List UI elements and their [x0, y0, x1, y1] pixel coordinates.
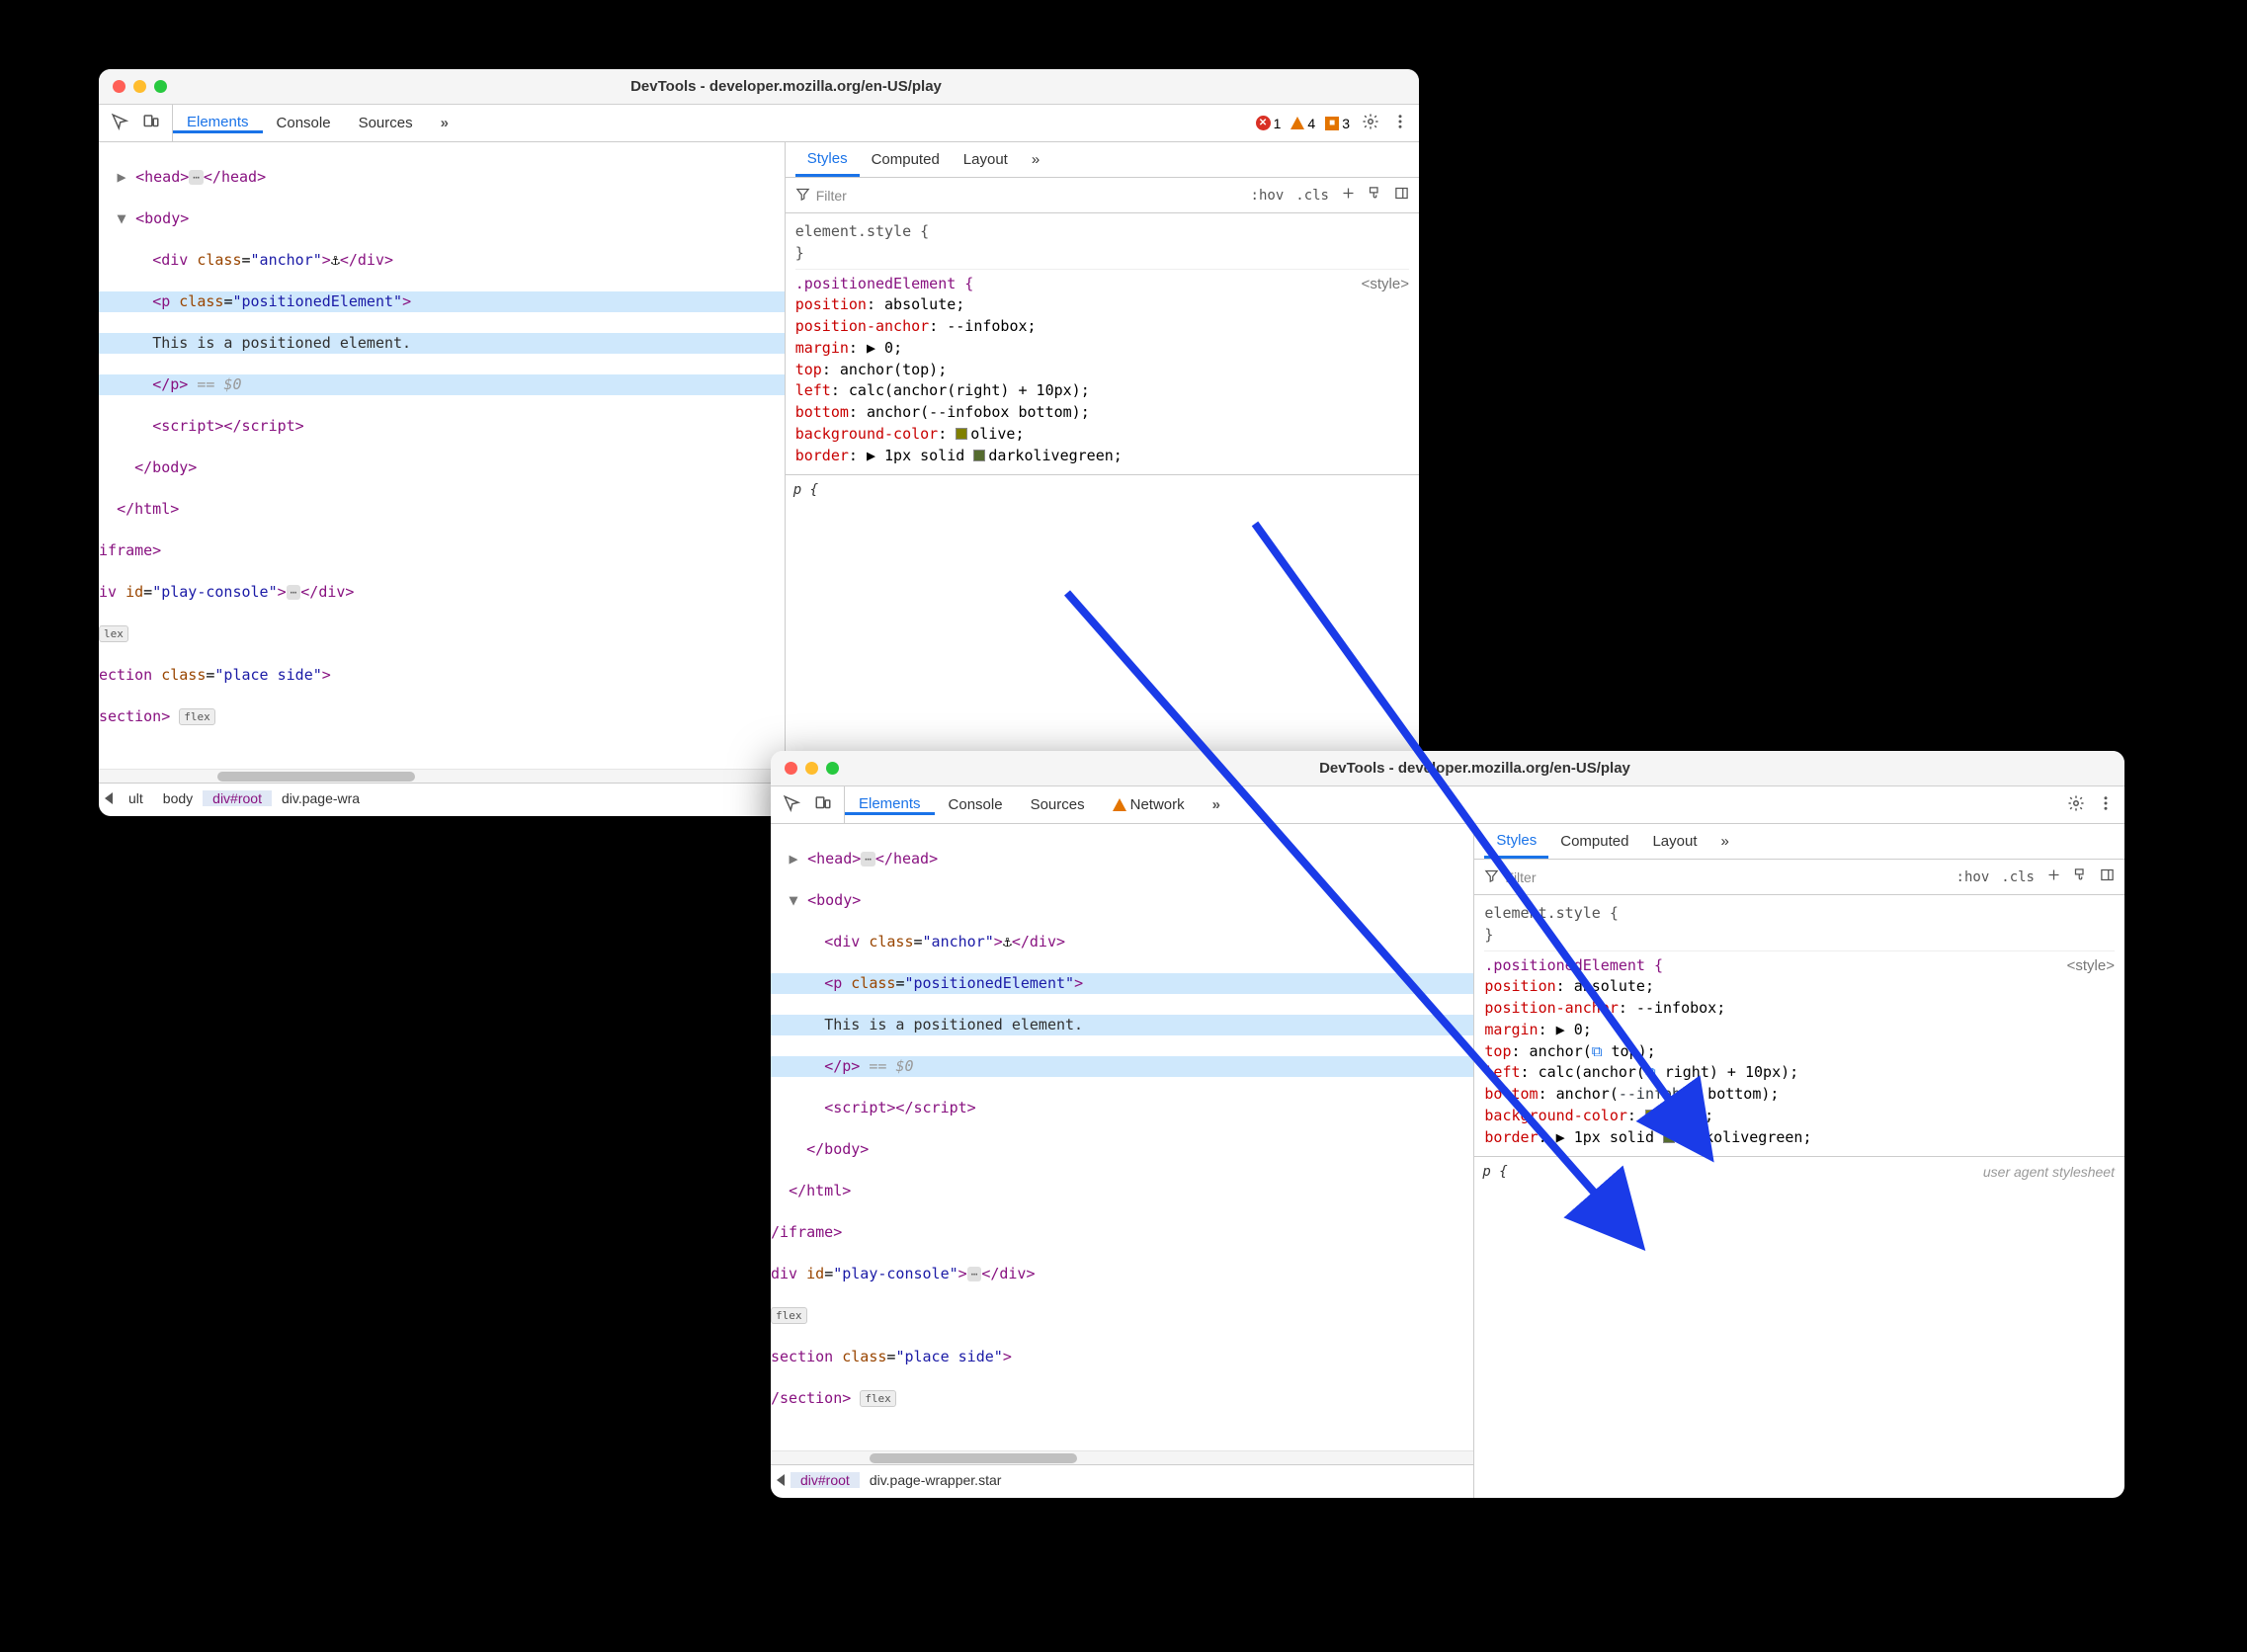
inspect-icon[interactable] [783, 794, 800, 815]
stab-more-icon[interactable]: » [1020, 142, 1051, 177]
elements-tree[interactable]: ▶ <head>⋯</head> ▼ <body> <div class="an… [771, 824, 1474, 1498]
devtools-window-2: DevTools - developer.mozilla.org/en-US/p… [771, 751, 2124, 1498]
panel-tabbar: Elements Console Sources » ✕1 4 ■3 [99, 105, 1419, 142]
new-style-icon[interactable] [2046, 867, 2061, 886]
kebab-icon[interactable] [1391, 113, 1409, 133]
new-style-icon[interactable] [1341, 186, 1356, 205]
tab-console[interactable]: Console [935, 796, 1017, 813]
titlebar[interactable]: DevTools - developer.mozilla.org/en-US/p… [99, 69, 1419, 105]
tab-styles[interactable]: Styles [795, 142, 860, 177]
tab-computed[interactable]: Computed [1548, 824, 1640, 859]
styles-pane: Styles Computed Layout » Filter :hov .cl… [1474, 824, 2124, 1498]
tab-network[interactable]: Network [1099, 796, 1199, 813]
tab-elements[interactable]: Elements [845, 795, 935, 815]
breadcrumb[interactable]: div#root div.page-wrapper.star [771, 1464, 1473, 1494]
issue-count[interactable]: ■3 [1325, 116, 1350, 131]
hov-toggle[interactable]: :hov [1251, 188, 1285, 204]
devtools-window-1: DevTools - developer.mozilla.org/en-US/p… [99, 69, 1419, 816]
crumb-prev-icon[interactable] [105, 792, 113, 804]
device-icon[interactable] [142, 113, 160, 133]
styles-footer: p { user agent stylesheet [1474, 1156, 2124, 1186]
window-title: DevTools - developer.mozilla.org/en-US/p… [167, 78, 1405, 95]
filter-input[interactable]: Filter [786, 187, 1251, 205]
anchor-link-icon[interactable]: ⧉ [1592, 1041, 1603, 1063]
close-icon[interactable] [113, 80, 125, 93]
crumb-prev-icon[interactable] [777, 1474, 785, 1486]
style-source-link[interactable]: <style> [1362, 274, 1409, 295]
tab-styles[interactable]: Styles [1484, 824, 1548, 859]
filter-input[interactable]: Filter [1474, 868, 1956, 886]
styles-pane: Styles Computed Layout » Filter :hov .cl… [786, 142, 1419, 816]
panel-icon[interactable] [2100, 867, 2115, 886]
error-count[interactable]: ✕1 [1256, 116, 1282, 131]
cls-toggle[interactable]: .cls [1295, 188, 1329, 204]
inspect-icon[interactable] [111, 113, 128, 133]
tab-console[interactable]: Console [263, 115, 345, 131]
minimize-icon[interactable] [805, 762, 818, 775]
stab-more-icon[interactable]: » [1709, 824, 1741, 859]
paint-icon[interactable] [2073, 867, 2088, 886]
maximize-icon[interactable] [826, 762, 839, 775]
styles-rules[interactable]: element.style { } <style> .positionedEle… [1474, 895, 2124, 1156]
kebab-icon[interactable] [2097, 794, 2115, 815]
gear-icon[interactable] [2067, 794, 2085, 815]
h-scrollbar[interactable] [771, 1450, 1473, 1464]
breadcrumb[interactable]: ult body div#root div.page-wra [99, 783, 785, 812]
gear-icon[interactable] [1362, 113, 1379, 133]
tab-computed[interactable]: Computed [860, 142, 952, 177]
close-icon[interactable] [785, 762, 797, 775]
tab-sources[interactable]: Sources [345, 115, 427, 131]
window-title: DevTools - developer.mozilla.org/en-US/p… [839, 760, 2111, 777]
warning-count[interactable]: 4 [1290, 116, 1315, 131]
cls-toggle[interactable]: .cls [2001, 869, 2035, 885]
tab-layout[interactable]: Layout [1640, 824, 1708, 859]
minimize-icon[interactable] [133, 80, 146, 93]
anchor-link-icon[interactable]: ⧉ [1645, 1062, 1656, 1084]
h-scrollbar[interactable] [99, 769, 785, 783]
tab-layout[interactable]: Layout [952, 142, 1020, 177]
paint-icon[interactable] [1368, 186, 1382, 205]
tab-sources[interactable]: Sources [1017, 796, 1099, 813]
titlebar[interactable]: DevTools - developer.mozilla.org/en-US/p… [771, 751, 2124, 786]
panel-icon[interactable] [1394, 186, 1409, 205]
tab-elements[interactable]: Elements [173, 114, 263, 133]
funnel-icon [795, 187, 810, 205]
tab-more-icon[interactable]: » [1199, 796, 1234, 813]
funnel-icon [1484, 868, 1499, 886]
style-source-link[interactable]: <style> [2067, 955, 2115, 977]
tab-more-icon[interactable]: » [427, 115, 462, 131]
elements-tree[interactable]: ▶ <head>⋯</head> ▼ <body> <div class="an… [99, 142, 786, 816]
panel-tabbar: Elements Console Sources Network » [771, 786, 2124, 824]
styles-rules[interactable]: element.style { } <style> .positionedEle… [786, 213, 1419, 474]
styles-footer: p { [786, 474, 1419, 504]
maximize-icon[interactable] [154, 80, 167, 93]
hov-toggle[interactable]: :hov [1956, 869, 1990, 885]
device-icon[interactable] [814, 794, 832, 815]
